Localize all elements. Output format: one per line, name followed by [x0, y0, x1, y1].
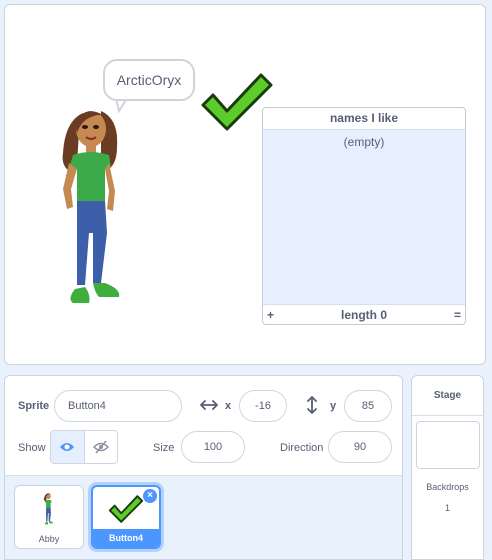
size-input[interactable]: 100: [181, 431, 245, 463]
list-title: names I like: [263, 108, 465, 130]
speech-bubble-text: ArcticOryx: [116, 72, 182, 88]
eye-icon: [60, 443, 75, 451]
visibility-toggle: [50, 430, 118, 464]
stage-selector-panel[interactable]: Stage Backdrops 1: [411, 375, 484, 560]
sprite-panel: Sprite Button4 x -16 y 85 Show Size 100 …: [4, 375, 403, 560]
x-label: x: [225, 400, 232, 412]
list-footer: + length 0 =: [263, 304, 465, 324]
y-label: y: [330, 400, 337, 412]
show-button[interactable]: [51, 431, 85, 463]
sprite-name-input[interactable]: Button4: [54, 390, 182, 422]
list-length: length 0: [340, 307, 387, 322]
direction-input[interactable]: 90: [328, 431, 392, 463]
delete-sprite-button[interactable]: ×: [143, 489, 157, 503]
sprite-tile-label: Button4: [93, 529, 159, 547]
horizontal-arrows-icon: [200, 400, 218, 410]
direction-label: Direction: [280, 442, 324, 454]
stage-canvas[interactable]: ArcticOryx names I like (empty) + length…: [4, 4, 486, 365]
backdrops-count: 1: [444, 503, 450, 513]
sprite-tile-label: Abby: [38, 534, 60, 544]
sprite-list: Abby × Button4: [5, 476, 402, 559]
stage-thumbnail[interactable]: [416, 421, 480, 469]
sprite-info: Sprite Button4 x -16 y 85 Show Size 100 …: [5, 376, 402, 476]
y-input[interactable]: 85: [344, 390, 392, 422]
show-label: Show: [18, 442, 46, 454]
x-input[interactable]: -16: [239, 390, 287, 422]
list-add-button[interactable]: +: [267, 308, 274, 322]
size-label: Size: [153, 442, 175, 454]
sprite-tile-button4[interactable]: × Button4: [91, 485, 161, 549]
stage-panel-title: Stage: [412, 376, 483, 416]
checkmark-thumbnail: [108, 495, 144, 523]
list-resize-handle[interactable]: =: [454, 308, 461, 322]
sprite-label: Sprite: [18, 400, 50, 412]
sprite-tile-abby[interactable]: Abby: [14, 485, 84, 549]
list-empty-text: (empty): [343, 135, 385, 149]
abby-thumbnail: [43, 493, 53, 525]
list-monitor[interactable]: names I like (empty) + length 0 =: [262, 107, 466, 325]
hide-button[interactable]: [85, 431, 118, 463]
eye-slash-icon: [92, 440, 109, 454]
vertical-arrows-icon: [307, 396, 317, 414]
abby-sprite[interactable]: [55, 103, 135, 313]
speech-bubble: ArcticOryx: [103, 59, 195, 101]
backdrops-label: Backdrops: [426, 482, 469, 492]
